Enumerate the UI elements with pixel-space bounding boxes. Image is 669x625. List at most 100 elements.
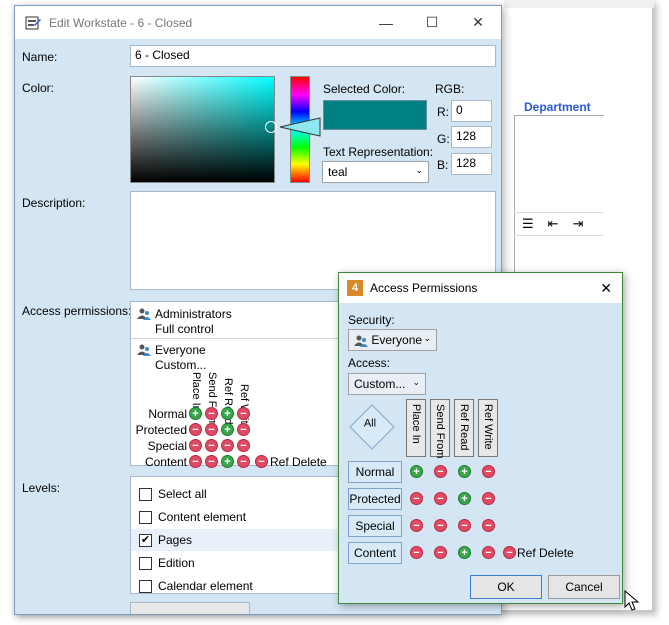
permission-denied-icon[interactable]: −: [205, 423, 218, 436]
level-label: Edition: [158, 556, 195, 570]
access-value: Custom...: [354, 377, 406, 391]
permission-allowed-icon[interactable]: +: [458, 465, 471, 478]
access-dropdown[interactable]: Custom... ⌄: [348, 373, 426, 395]
ok-button[interactable]: OK: [470, 575, 542, 599]
g-input[interactable]: 128: [451, 126, 492, 148]
close-button[interactable]: ✕: [455, 6, 501, 39]
app-logo-icon: 4: [347, 280, 363, 296]
column-header-label: Send From: [434, 404, 446, 459]
permission-allowed-icon[interactable]: +: [221, 407, 234, 420]
permission-denied-icon[interactable]: −: [434, 492, 447, 505]
security-dropdown[interactable]: Everyone ⌄: [348, 329, 437, 351]
level-checkbox[interactable]: ✔: [139, 533, 152, 547]
minimize-button[interactable]: —: [363, 6, 409, 39]
permission-denied-icon[interactable]: −: [189, 423, 202, 436]
levels-label: Levels:: [22, 481, 61, 495]
permission-denied-icon[interactable]: −: [410, 546, 423, 559]
row-button-special[interactable]: Special: [348, 515, 402, 537]
permission-denied-icon[interactable]: −: [237, 455, 250, 468]
color-picker-cursor[interactable]: [265, 121, 277, 133]
permission-denied-icon[interactable]: −: [205, 439, 218, 452]
permission-denied-icon[interactable]: −: [255, 455, 268, 468]
permission-denied-icon[interactable]: −: [434, 519, 447, 532]
permission-denied-icon[interactable]: −: [189, 455, 202, 468]
column-header-send-from[interactable]: Send From: [430, 399, 450, 459]
permission-denied-icon[interactable]: −: [237, 439, 250, 452]
text-representation-dropdown[interactable]: teal ⌄: [322, 161, 429, 183]
access-entry-name: Administrators: [155, 307, 232, 321]
permission-allowed-icon[interactable]: +: [189, 407, 202, 420]
permission-denied-icon[interactable]: −: [434, 465, 447, 478]
level-checkbox[interactable]: [139, 510, 152, 524]
user-group-icon: [354, 335, 368, 347]
b-input[interactable]: 128: [451, 153, 492, 175]
column-header-label: Ref Read: [458, 404, 470, 451]
outdent-icon[interactable]: ⇤: [548, 216, 559, 232]
maximize-button[interactable]: ☐: [409, 6, 455, 39]
column-header-place-in[interactable]: Place In: [406, 399, 426, 457]
permission-row: Special − − − −: [131, 438, 371, 453]
list-icon[interactable]: ☰: [522, 216, 534, 232]
permission-extra-label: Ref Delete: [270, 455, 327, 469]
permission-denied-icon[interactable]: −: [410, 492, 423, 505]
permission-denied-icon[interactable]: −: [434, 546, 447, 559]
permission-row-label: Protected: [135, 423, 187, 437]
dialog-close-icon[interactable]: ✕: [600, 280, 612, 297]
permission-allowed-icon[interactable]: +: [458, 546, 471, 559]
window-titlebar: Edit Workstate - 6 - Closed — ☐ ✕: [15, 6, 501, 39]
column-header-ref-read[interactable]: Ref Read: [454, 399, 474, 457]
row-button-content[interactable]: Content: [348, 542, 402, 564]
permission-denied-icon[interactable]: −: [482, 546, 495, 559]
permission-row-label: Special: [147, 439, 187, 453]
level-label: Calendar element: [158, 579, 253, 593]
permission-denied-icon[interactable]: −: [482, 465, 495, 478]
permission-row: Normal + − + −: [131, 406, 371, 421]
access-permissions-dialog: 4 Access Permissions ✕ Security: Everyon…: [338, 272, 623, 604]
color-picker-area[interactable]: [130, 76, 277, 183]
name-label: Name:: [22, 50, 58, 64]
status-dropdown[interactable]: [130, 602, 250, 614]
permission-denied-icon[interactable]: −: [503, 546, 516, 559]
permission-denied-icon[interactable]: −: [189, 439, 202, 452]
security-value: Everyone: [371, 333, 423, 347]
color-label: Color:: [22, 81, 55, 95]
permission-row-label: Normal: [148, 407, 187, 421]
access-entry-name: Everyone: [155, 343, 206, 357]
name-input[interactable]: 6 - Closed: [130, 45, 496, 67]
permission-allowed-icon[interactable]: +: [221, 423, 234, 436]
window-app-icon: [25, 16, 41, 29]
permission-denied-icon[interactable]: −: [221, 439, 234, 452]
row-button-normal[interactable]: Normal: [348, 461, 402, 483]
row-button-protected[interactable]: Protected: [348, 488, 402, 510]
access-label: Access:: [348, 356, 391, 370]
cancel-button[interactable]: Cancel: [548, 575, 620, 599]
hue-slider-handle-icon[interactable]: [278, 116, 323, 138]
level-checkbox[interactable]: [139, 579, 152, 593]
permission-allowed-icon[interactable]: +: [221, 455, 234, 468]
indent-icon[interactable]: ⇥: [573, 216, 584, 232]
permission-denied-icon[interactable]: −: [410, 519, 423, 532]
permission-denied-icon[interactable]: −: [237, 423, 250, 436]
level-checkbox[interactable]: [139, 487, 152, 501]
permission-allowed-icon[interactable]: +: [410, 465, 423, 478]
permission-denied-icon[interactable]: −: [237, 407, 250, 420]
permission-denied-icon[interactable]: −: [482, 492, 495, 505]
access-entry-detail: Custom...: [155, 358, 207, 372]
access-entry-everyone[interactable]: Everyone: [137, 343, 206, 357]
permission-denied-icon[interactable]: −: [205, 407, 218, 420]
column-header-ref-write[interactable]: Ref Write: [478, 399, 498, 457]
permission-denied-icon[interactable]: −: [458, 519, 471, 532]
r-input[interactable]: 0: [451, 100, 492, 122]
permission-extra-label: Ref Delete: [517, 546, 574, 560]
window-title: Edit Workstate - 6 - Closed: [49, 15, 193, 30]
permission-row: Protected − − + −: [131, 422, 371, 437]
permission-allowed-icon[interactable]: +: [458, 492, 471, 505]
access-entry-detail: Full control: [155, 322, 214, 336]
permission-denied-icon[interactable]: −: [205, 455, 218, 468]
access-entry-administrators[interactable]: Administrators: [137, 307, 232, 321]
permission-row-label: Content: [144, 455, 187, 469]
all-button[interactable]: All: [349, 404, 395, 450]
permission-denied-icon[interactable]: −: [482, 519, 495, 532]
level-label: Pages: [158, 533, 193, 547]
level-checkbox[interactable]: [139, 556, 152, 570]
